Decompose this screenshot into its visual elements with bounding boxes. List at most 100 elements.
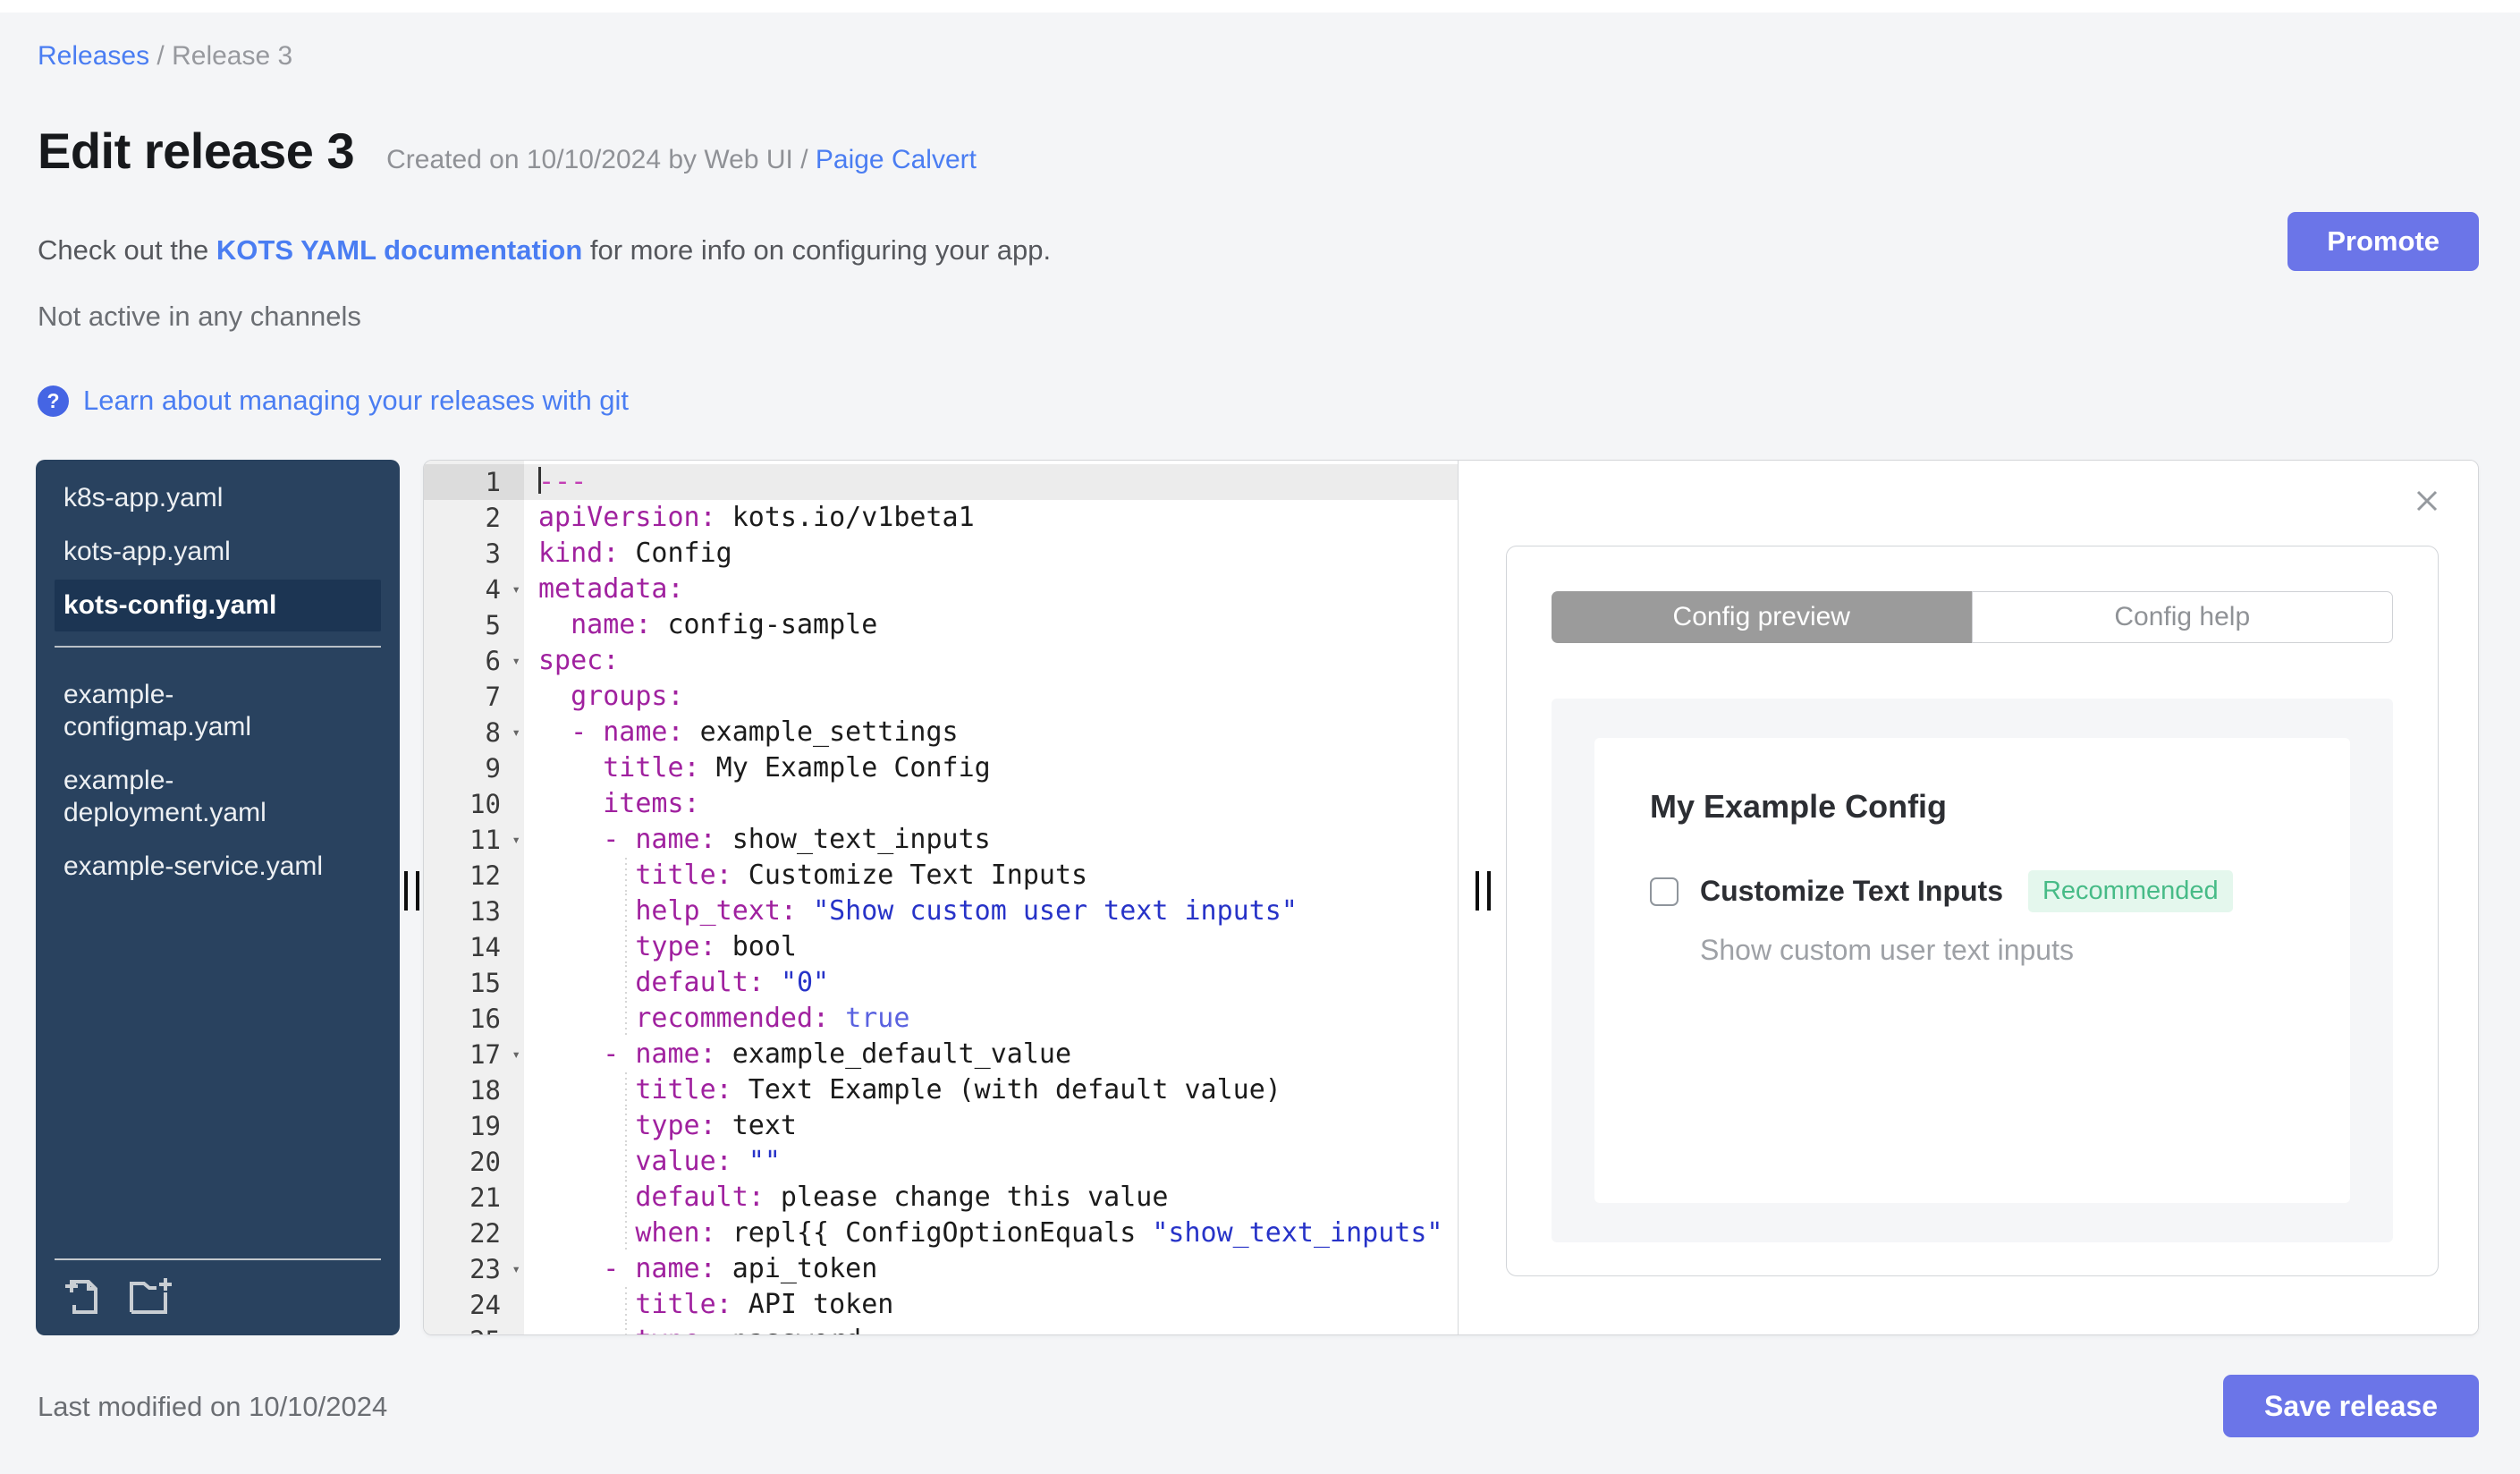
gutter-line-number: 4 ▾: [424, 572, 524, 607]
tab-config-preview[interactable]: Config preview: [1552, 591, 1972, 643]
file-tree-item-example-configmap.yaml[interactable]: example-configmap.yaml: [55, 669, 381, 753]
code-line: title: API token: [538, 1287, 1458, 1323]
gutter-line-number: 16: [469, 1004, 501, 1034]
gutter-line-number: 13: [469, 896, 501, 927]
release-editor-split: k8s-app.yaml kots-app.yaml kots-config.yam…: [36, 460, 2479, 1335]
code-line: when: repl{{ ConfigOptionEquals "show_te…: [538, 1216, 1458, 1251]
docs-text-after: for more info on configuring your app.: [582, 234, 1052, 266]
editor-gutter: 1 2 3 4 ▾ 5 6 ▾ 7 8 ▾ 9 10 11 ▾ 12 13 14 15 16 17 ▾ 18 19 20 21 22…: [424, 461, 524, 1334]
fold-caret-icon[interactable]: ▾: [512, 1037, 520, 1072]
pane-resize-handle-left[interactable]: [404, 871, 419, 911]
file-tree-item-kots-app.yaml[interactable]: kots-app.yaml: [55, 526, 381, 578]
config-group-title: My Example Config: [1650, 788, 1948, 825]
top-strip: [0, 0, 2520, 13]
config-option-row: Customize Text Inputs Recommended: [1650, 870, 2295, 912]
preview-tabs: Config preview Config help: [1552, 591, 2393, 643]
save-release-button[interactable]: Save release: [2223, 1375, 2479, 1437]
file-list: k8s-app.yaml kots-app.yaml kots-config.yam…: [55, 472, 381, 894]
fold-caret-icon[interactable]: ▾: [512, 643, 520, 679]
pane-resize-handle-right[interactable]: [1476, 871, 1491, 911]
code-line: items:: [603, 788, 700, 819]
gutter-line-number: 10: [469, 789, 501, 819]
docs-text-before: Check out the: [38, 234, 216, 266]
file-list-divider: [55, 646, 381, 648]
gutter-line-number: 6 ▾: [424, 643, 524, 679]
gutter-line-number: 23 ▾: [424, 1251, 524, 1287]
gutter-line-number: 1: [424, 464, 524, 500]
code-line: - name: example_settings: [571, 716, 959, 748]
config-option-help-text: Show custom user text inputs: [1700, 934, 2074, 966]
code-line: type: password: [538, 1323, 1458, 1334]
code-line: default: "0": [538, 965, 1458, 1001]
customize-text-inputs-checkbox[interactable]: [1650, 877, 1679, 906]
question-circle-icon: ?: [38, 385, 69, 417]
page-title: Edit release 3: [38, 123, 355, 179]
file-tree-sidebar: k8s-app.yaml kots-app.yaml kots-config.yam…: [36, 460, 400, 1335]
code-line: ---: [524, 464, 1458, 500]
git-releases-link[interactable]: Learn about managing your releases with …: [83, 385, 629, 417]
code-line: spec:: [538, 645, 620, 676]
code-line: value: "": [538, 1144, 1458, 1180]
gutter-line-number: 22: [469, 1218, 501, 1249]
docs-line: Check out the KOTS YAML documentation fo…: [38, 234, 1051, 267]
code-line: title: Customize Text Inputs: [538, 858, 1458, 894]
config-preview-card: Config preview Config help My Example Co…: [1506, 546, 2439, 1276]
new-file-icon[interactable]: [62, 1275, 103, 1316]
config-preview-stage: My Example Config Customize Text Inputs …: [1552, 699, 2393, 1242]
tab-config-help[interactable]: Config help: [1971, 591, 2393, 643]
channel-status: Not active in any channels: [38, 301, 361, 332]
config-group-card: My Example Config Customize Text Inputs …: [1594, 738, 2350, 1203]
fold-caret-icon[interactable]: ▾: [512, 715, 520, 750]
gutter-line-number: 9: [485, 753, 501, 784]
fold-caret-icon[interactable]: ▾: [512, 1251, 520, 1287]
breadcrumb-releases-link[interactable]: Releases: [38, 41, 149, 71]
gutter-line-number: 8 ▾: [424, 715, 524, 750]
code-line: title: Text Example (with default value): [538, 1072, 1458, 1108]
file-tree-item-k8s-app.yaml[interactable]: k8s-app.yaml: [55, 472, 381, 524]
gutter-line-number: 21: [469, 1182, 501, 1213]
promote-button[interactable]: Promote: [2287, 212, 2479, 271]
code-line: help_text: "Show custom user text inputs…: [538, 894, 1458, 929]
gutter-line-number: 3: [485, 538, 501, 569]
git-help-row: ? Learn about managing your releases wit…: [38, 385, 629, 417]
fold-caret-icon[interactable]: ▾: [512, 822, 520, 858]
gutter-line-number: 17 ▾: [424, 1037, 524, 1072]
file-tree-item-example-deployment.yaml[interactable]: example-deployment.yaml: [55, 755, 381, 839]
breadcrumb: Releases / Release 3: [38, 41, 292, 72]
code-line: apiVersion: kots.io/v1beta1: [538, 502, 975, 533]
gutter-line-number: 11 ▾: [424, 822, 524, 858]
code-line: metadata:: [538, 573, 684, 605]
code-line: - name: show_text_inputs: [603, 824, 991, 855]
gutter-line-number: 12: [469, 860, 501, 891]
gutter-line-number: 5: [485, 610, 501, 640]
editor-code[interactable]: --- apiVersion: kots.io/v1beta1 kind: Conf…: [524, 461, 1458, 1334]
gutter-line-number: 25: [424, 1323, 524, 1334]
last-modified-text: Last modified on 10/10/2024: [38, 1391, 388, 1422]
file-tree-item-example-service.yaml[interactable]: example-service.yaml: [55, 841, 381, 893]
gutter-line-number: 2: [485, 503, 501, 533]
kots-yaml-docs-link[interactable]: KOTS YAML documentation: [216, 234, 582, 266]
title-row: Edit release 3 Created on 10/10/2024 by …: [38, 122, 977, 180]
created-meta: Created on 10/10/2024 by Web UI / Paige …: [386, 145, 977, 175]
code-line: recommended: true: [538, 1001, 1458, 1037]
breadcrumb-separator: /: [156, 41, 173, 71]
breadcrumb-current: Release 3: [172, 41, 293, 71]
code-line: - name: api_token: [603, 1253, 878, 1284]
fold-caret-icon[interactable]: ▾: [512, 572, 520, 607]
gutter-line-number: 14: [469, 932, 501, 962]
author-link[interactable]: Paige Calvert: [816, 145, 977, 174]
gutter-line-number: 7: [485, 682, 501, 712]
file-tree-item-kots-config.yaml[interactable]: kots-config.yaml: [55, 580, 381, 631]
editor-preview-container: 1 2 3 4 ▾ 5 6 ▾ 7 8 ▾ 9 10 11 ▾ 12 13 14 15 16 17 ▾ 18 19 20 21 22…: [423, 460, 2479, 1335]
gutter-line-number: 20: [469, 1147, 501, 1177]
gutter-line-number: 15: [469, 968, 501, 998]
code-line: kind: Config: [538, 538, 732, 569]
gutter-line-number: 24: [469, 1290, 501, 1320]
file-tree-footer: [55, 1258, 381, 1335]
close-icon[interactable]: [2410, 484, 2444, 518]
recommended-badge: Recommended: [2027, 870, 2233, 912]
created-text: Created on 10/10/2024 by Web UI /: [386, 145, 808, 174]
config-preview-panel: Config preview Config help My Example Co…: [1459, 461, 2478, 1334]
code-line: default: please change this value: [538, 1180, 1458, 1216]
new-folder-icon[interactable]: [128, 1275, 174, 1316]
